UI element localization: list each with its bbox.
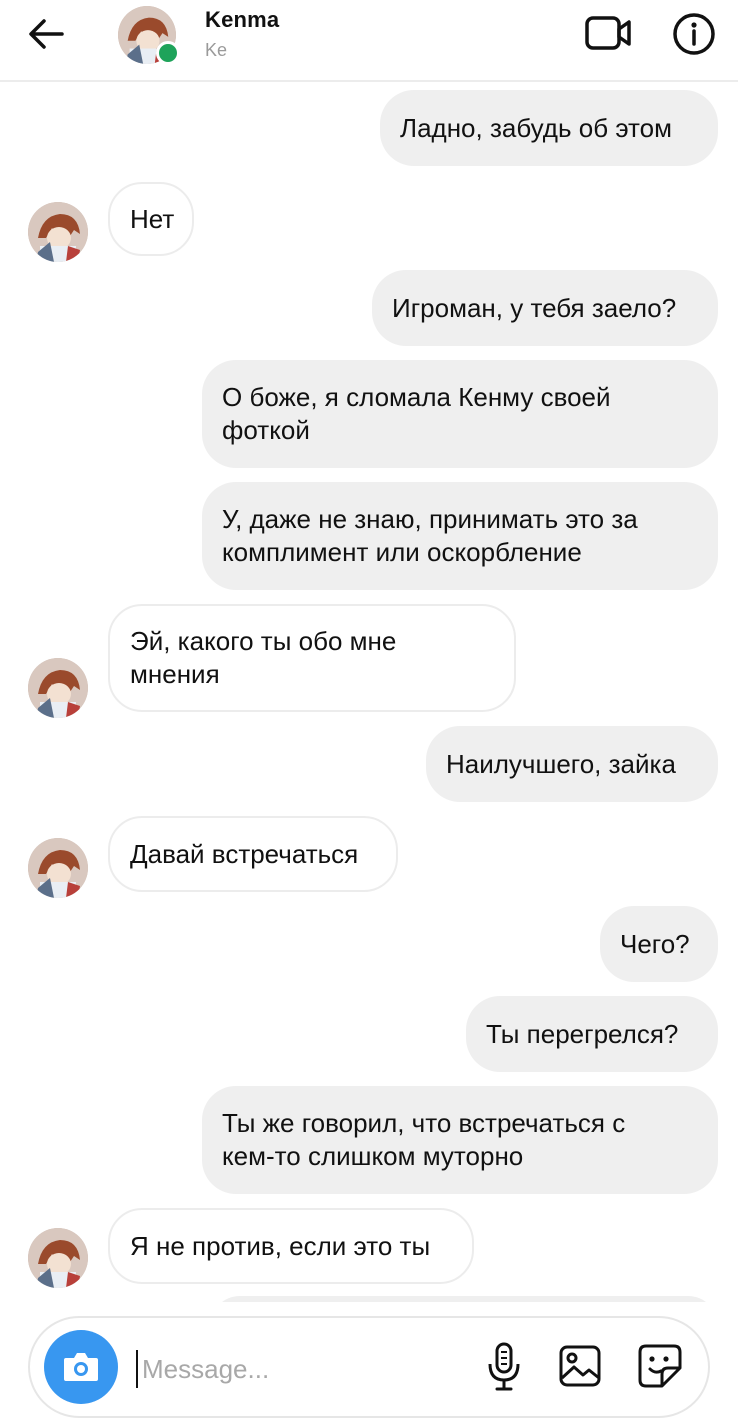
sender-avatar[interactable] (28, 658, 88, 718)
microphone-icon (488, 1342, 520, 1391)
message-text: Наилучшего, зайка (446, 748, 676, 779)
message-text: Эй, какого ты обо мне мнения (130, 626, 397, 689)
message-bubble-outgoing[interactable]: У, даже не знаю, принимать это за компли… (202, 482, 718, 590)
chat-header: Kenma Ke (0, 0, 738, 82)
message-text: Нет (130, 203, 175, 234)
contact-name[interactable]: Kenma (205, 7, 279, 33)
message-bubble-outgoing[interactable]: Игроман, у тебя заело? (372, 270, 718, 346)
online-status-indicator (156, 41, 180, 65)
message-text: Ладно, забудь об этом (400, 112, 672, 143)
back-button[interactable] (24, 14, 68, 54)
contact-status: Ke (205, 40, 228, 60)
message-text: Давай встречаться (130, 838, 359, 869)
message-thread[interactable]: Ладно, забудь об этом Нет Игроман, у теб… (0, 82, 738, 1302)
message-bubble-incoming[interactable]: Нет (108, 182, 194, 256)
message-text: О боже, я сломала Кенму своей фоткой (222, 382, 611, 445)
sticker-button[interactable] (636, 1342, 684, 1390)
message-bubble-incoming[interactable]: Я не против, если это ты (108, 1208, 474, 1284)
sticker-icon (638, 1344, 682, 1388)
message-text: Я не против, если это ты (130, 1230, 431, 1261)
message-bubble-incoming[interactable]: Эй, какого ты обо мне мнения (108, 604, 516, 712)
text-cursor (136, 1350, 138, 1388)
image-icon (559, 1345, 601, 1387)
message-bubble-outgoing[interactable]: Ты же говорил, что встречаться с кем-то … (202, 1086, 718, 1194)
message-text: Ты перегрелся? (486, 1018, 679, 1049)
sender-avatar[interactable] (28, 838, 88, 898)
camera-icon (64, 1353, 98, 1381)
message-input[interactable] (140, 1342, 444, 1396)
info-button[interactable] (672, 12, 716, 56)
message-bubble-outgoing[interactable]: Ладно, забудь об этом (380, 90, 718, 166)
message-bubble-outgoing[interactable]: Наилучшего, зайка (426, 726, 718, 802)
message-text: Игроман, у тебя заело? (392, 292, 677, 323)
video-call-button[interactable] (584, 12, 634, 54)
video-camera-icon (585, 16, 631, 50)
gallery-button[interactable] (558, 1344, 602, 1388)
message-text: У, даже не знаю, принимать это за компли… (222, 504, 638, 567)
message-bubble-incoming[interactable]: Давай встречаться (108, 816, 398, 892)
sender-avatar[interactable] (28, 202, 88, 262)
message-composer (28, 1316, 710, 1418)
info-icon (673, 13, 715, 55)
arrow-left-icon (29, 19, 64, 49)
camera-button[interactable] (44, 1330, 118, 1404)
sender-avatar[interactable] (28, 1228, 88, 1288)
message-bubble-outgoing[interactable]: Чего? (600, 906, 718, 982)
voice-message-button[interactable] (486, 1342, 522, 1392)
message-bubble-outgoing[interactable]: Ты перегрелся? (466, 996, 718, 1072)
message-text: Чего? (620, 928, 690, 959)
message-bubble-outgoing[interactable]: О боже, я сломала Кенму своей фоткой (202, 360, 718, 468)
message-bubble-outgoing[interactable] (210, 1296, 718, 1302)
message-text: Ты же говорил, что встречаться с кем-то … (222, 1108, 626, 1171)
